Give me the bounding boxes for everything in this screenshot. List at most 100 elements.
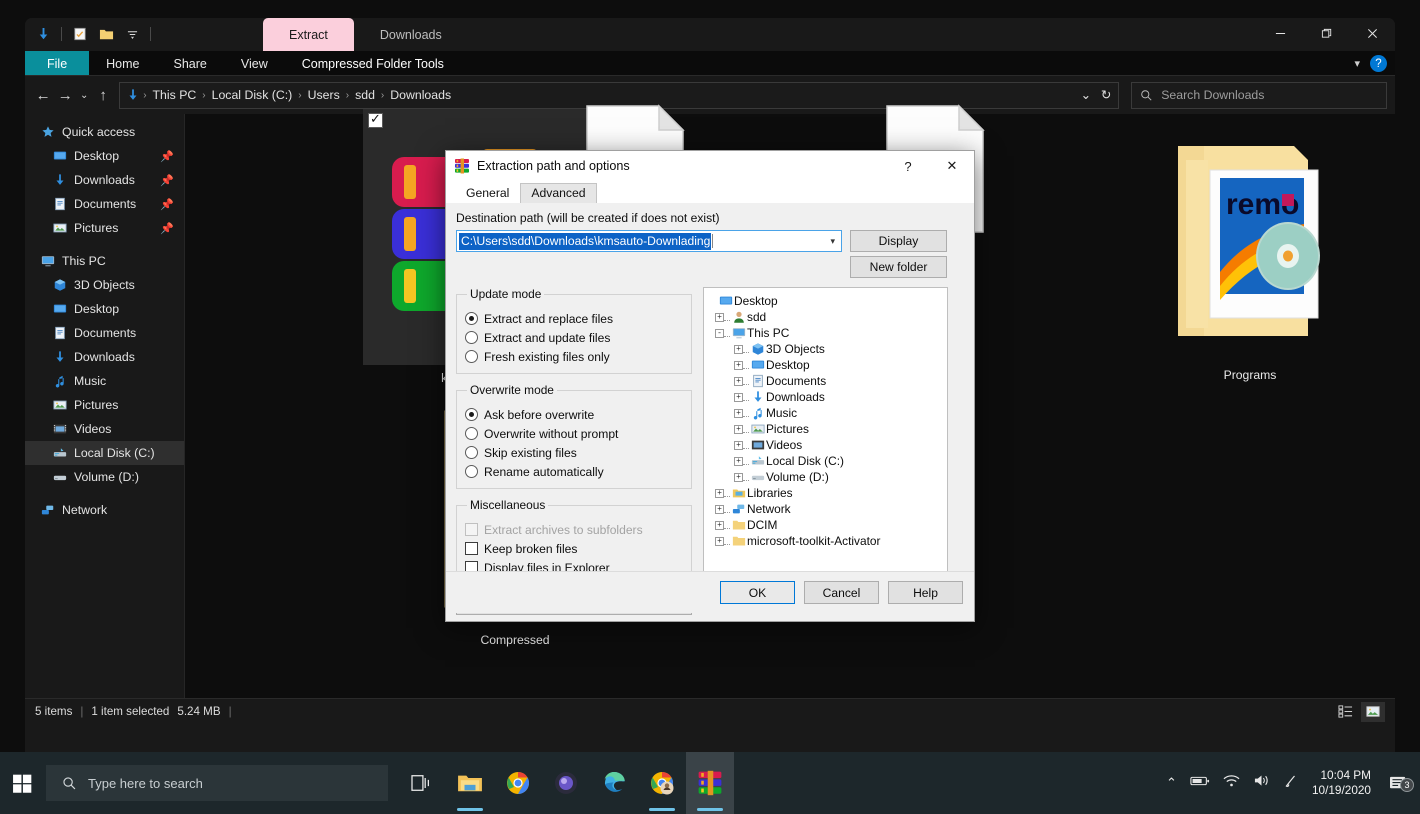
back-button[interactable]: ← [33,81,53,109]
dialog-close-button[interactable]: ✕ [930,151,974,181]
ribbon-tab-view[interactable]: View [224,51,285,76]
tree-expander[interactable]: + [734,392,743,402]
pin-icon[interactable]: 📌 [160,150,174,163]
chevron-down-icon[interactable]: ▾ [1354,57,1360,70]
pin-icon[interactable]: 📌 [160,222,174,235]
recent-locations-button[interactable]: ⌄ [77,81,91,109]
radio-skip-existing-files[interactable]: Skip existing files [465,443,683,462]
tree-expander[interactable]: + [715,504,724,514]
sidebar-item-documents[interactable]: Documents 📌 [25,192,184,216]
chrome-icon[interactable] [494,752,542,814]
breadcrumb-item-sdd[interactable]: sdd [350,88,380,102]
wifi-icon[interactable] [1223,774,1240,793]
help-button[interactable]: Help [888,581,963,604]
volume-icon[interactable] [1253,773,1270,793]
destination-path-input[interactable]: C:\Users\sdd\Downloads\kmsauto-Downladin… [456,230,842,252]
tree-expander[interactable]: + [715,488,724,498]
ribbon-tab-share[interactable]: Share [157,51,224,76]
sidebar-item-downloads[interactable]: Downloads 📌 [25,168,184,192]
media-orb-icon[interactable] [542,752,590,814]
radio-ask-before-overwrite[interactable]: Ask before overwrite [465,405,683,424]
tree-item-volume-d[interactable]: + Volume (D:) [708,469,943,485]
up-button[interactable]: ↑ [93,81,113,109]
tree-item-music[interactable]: + Music [708,405,943,421]
sidebar-item-downloads-pc[interactable]: Downloads [25,345,184,369]
sidebar-item-local-disk-c[interactable]: Local Disk (C:) [25,441,184,465]
selection-checkbox[interactable] [368,111,383,128]
tree-item-local-disk-c[interactable]: + Local Disk (C:) [708,453,943,469]
tree-expander[interactable]: + [715,520,724,530]
sidebar-item-3d-objects[interactable]: 3D Objects [25,273,184,297]
chevron-down-icon[interactable]: ▾ [830,236,835,247]
sidebar-item-desktop-pc[interactable]: Desktop [25,297,184,321]
tree-expander[interactable]: + [734,408,743,418]
clock[interactable]: 10:04 PM 10/19/2020 [1312,768,1371,798]
tree-expander[interactable]: + [734,344,743,354]
radio-extract-and-update-files[interactable]: Extract and update files [465,328,683,347]
sidebar-item-music[interactable]: Music [25,369,184,393]
breadcrumb-item-local-disk[interactable]: Local Disk (C:) [207,88,298,102]
refresh-icon[interactable]: ↻ [1096,88,1116,102]
tree-item-dcim[interactable]: + DCIM [708,517,943,533]
task-view-icon[interactable] [398,752,446,814]
edge-icon[interactable] [590,752,638,814]
ribbon-tab-home[interactable]: Home [89,51,156,76]
taskbar-search-input[interactable]: Type here to search [46,765,388,801]
properties-icon[interactable] [68,22,92,46]
pin-icon[interactable]: 📌 [160,198,174,211]
tree-item-downloads[interactable]: + Downloads [708,389,943,405]
new-folder-button[interactable]: New folder [850,256,947,278]
tab-general[interactable]: General [455,183,521,203]
sidebar-item-desktop[interactable]: Desktop 📌 [25,144,184,168]
chrome-profile-icon[interactable] [638,752,686,814]
winrar-icon[interactable] [686,752,734,814]
sidebar-group-quick-access[interactable]: Quick access [25,120,184,144]
close-button[interactable] [1349,18,1395,49]
tree-item-documents[interactable]: + Documents [708,373,943,389]
window-tab-extract[interactable]: Extract [263,18,354,51]
new-folder-icon[interactable] [94,22,118,46]
sidebar-item-videos[interactable]: Videos [25,417,184,441]
notification-center-button[interactable]: 3 [1384,775,1414,792]
tree-expander[interactable]: + [734,424,743,434]
battery-icon[interactable] [1190,774,1210,793]
tree-expander[interactable]: + [715,536,724,546]
tree-item-this-pc[interactable]: - This PC [708,325,943,341]
breadcrumb-item-this-pc[interactable]: This PC [148,88,202,102]
tree-item-pictures[interactable]: + Pictures [708,421,943,437]
tree-item-network[interactable]: + Network [708,501,943,517]
tree-expander[interactable]: + [734,440,743,450]
pin-icon[interactable]: 📌 [160,174,174,187]
sidebar-group-this-pc[interactable]: This PC [25,249,184,273]
ribbon-tab-file[interactable]: File [25,51,90,76]
sidebar-item-pictures-pc[interactable]: Pictures [25,393,184,417]
tray-overflow-icon[interactable]: ⌃ [1166,775,1177,791]
radio-extract-and-replace-files[interactable]: Extract and replace files [465,309,683,328]
window-tab-downloads[interactable]: Downloads [354,18,468,51]
tree-expander[interactable]: + [734,376,743,386]
large-icons-view-icon[interactable] [1361,701,1385,722]
tree-expander[interactable]: + [734,472,743,482]
list-item[interactable]: remo Programs [1160,122,1340,382]
tree-expander[interactable]: + [734,360,743,370]
tree-expander[interactable]: + [715,312,724,322]
search-input[interactable]: Search Downloads [1131,81,1387,109]
qat-dropdown-icon[interactable] [120,22,144,46]
tab-advanced[interactable]: Advanced [520,183,597,203]
sidebar-group-network[interactable]: Network [25,498,184,522]
tree-item-desktop-pc[interactable]: + Desktop [708,357,943,373]
cancel-button[interactable]: Cancel [804,581,879,604]
tree-item-videos[interactable]: + Videos [708,437,943,453]
maximize-button[interactable] [1303,18,1349,49]
download-icon[interactable] [31,22,55,46]
folder-tree[interactable]: Desktop + sdd - This PC + 3D Objects + D… [703,287,948,593]
file-explorer-icon[interactable] [446,752,494,814]
address-history-icon[interactable]: ⌄ [1076,88,1096,102]
sidebar-item-pictures[interactable]: Pictures 📌 [25,216,184,240]
tree-expander[interactable]: + [734,456,743,466]
tree-item-libraries[interactable]: + Libraries [708,485,943,501]
sidebar-item-volume-d[interactable]: Volume (D:) [25,465,184,489]
breadcrumb-item-users[interactable]: Users [303,88,345,102]
tree-item-3d-objects[interactable]: + 3D Objects [708,341,943,357]
display-button[interactable]: Display [850,230,947,252]
